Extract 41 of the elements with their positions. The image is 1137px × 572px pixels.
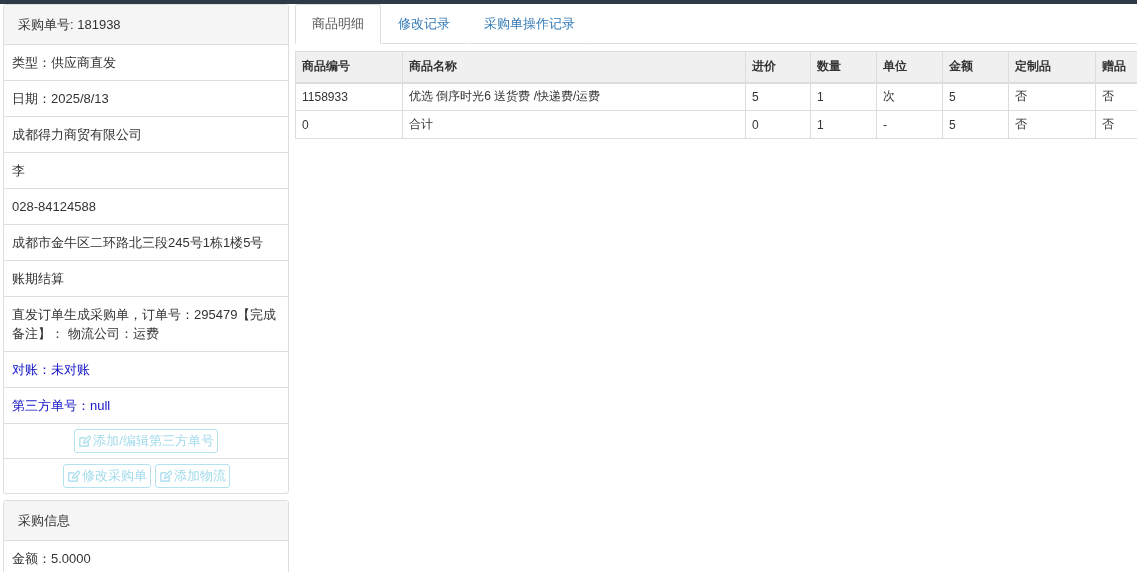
table-cell: 0 [295, 110, 403, 139]
edit-icon [78, 434, 92, 448]
table-cell: 5 [942, 110, 1009, 139]
info-link[interactable]: 第三方单号：null [12, 396, 111, 415]
edit-icon [158, 469, 172, 483]
table-cell: 1158933 [295, 82, 403, 111]
panel-title: 采购信息 [4, 501, 288, 541]
column-header: 数量 [810, 51, 877, 83]
table-cell: 否 [1008, 110, 1096, 139]
column-header: 单位 [876, 51, 943, 83]
column-header: 商品编号 [295, 51, 403, 83]
info-text: 金额：5.0000 [12, 550, 91, 568]
tab[interactable]: 修改记录 [381, 4, 467, 44]
info-text: 028-84124588 [12, 198, 96, 216]
tab[interactable]: 采购单操作记录 [467, 4, 592, 44]
table-cell: 次 [876, 82, 943, 111]
info-text: 账期结算 [12, 270, 64, 288]
column-header: 金额 [942, 51, 1009, 83]
table-cell: 否 [1008, 82, 1096, 111]
info-text: 成都市金牛区二环路北三段245号1栋1楼5号 [12, 234, 264, 252]
info-text: 直发订单生成采购单，订单号：295479【完成备注】： 物流公司：运费 [12, 306, 278, 343]
info-text: 日期：2025/8/13 [12, 90, 109, 108]
table-cell: 合计 [402, 110, 746, 139]
info-text: 李 [12, 162, 25, 180]
column-header: 商品名称 [402, 51, 746, 83]
tab[interactable]: 商品明细 [295, 4, 381, 44]
info-link[interactable]: 对账：未对账 [12, 360, 90, 379]
column-header: 进价 [745, 51, 811, 83]
table-cell: 1 [810, 82, 877, 111]
column-header: 定制品 [1008, 51, 1096, 83]
table-cell: 5 [745, 82, 811, 111]
panel-title: 采购单号: 181938 [4, 5, 288, 45]
column-header: 赠品 [1095, 51, 1137, 83]
table-cell: 1 [810, 110, 877, 139]
table-cell: 5 [942, 82, 1009, 111]
info-text: 类型：供应商直发 [12, 54, 116, 72]
edit-icon [66, 469, 80, 483]
table-cell: 优选 倒序时光6 送货费 /快递费/运费 [402, 82, 746, 111]
info-text: 成都得力商贸有限公司 [12, 126, 142, 144]
table-cell: - [876, 110, 943, 139]
table-cell: 0 [745, 110, 811, 139]
